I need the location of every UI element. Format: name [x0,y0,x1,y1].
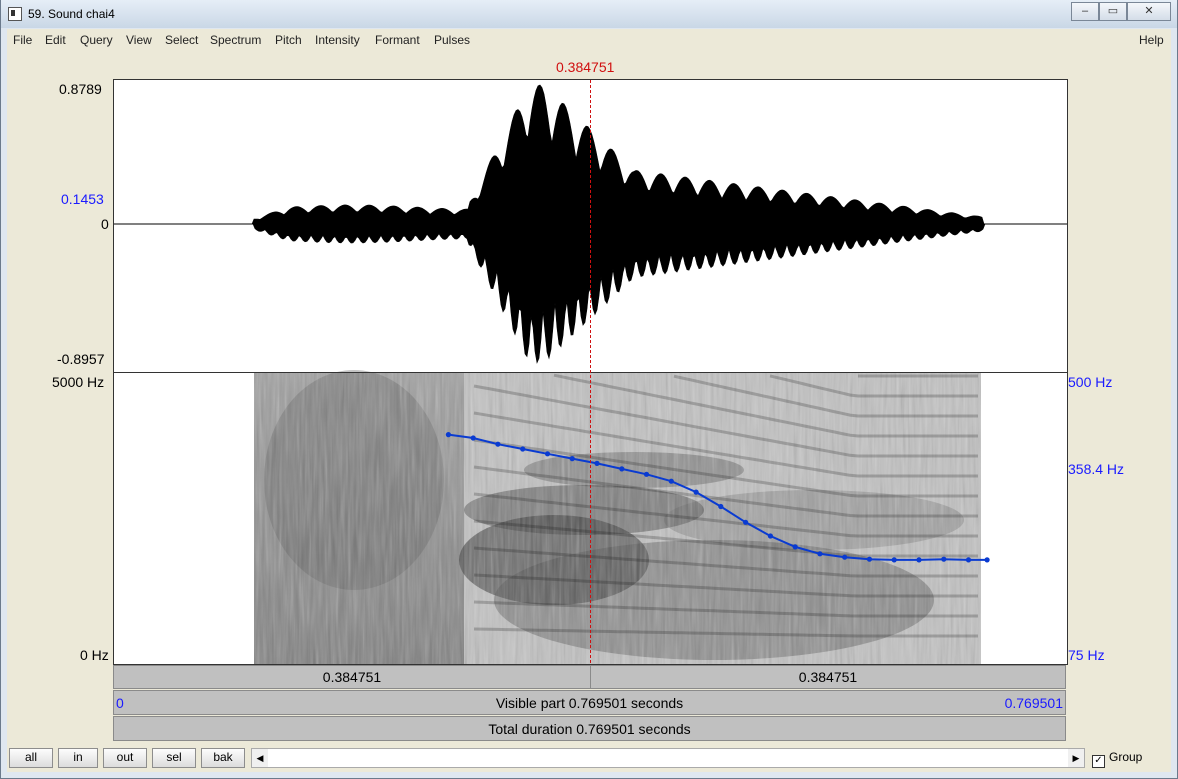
zoom-in-button[interactable]: in [58,748,98,768]
bottom-toolbar: all in out sel bak ◀ ▶ ✓ Group [7,743,1171,772]
waveform-min-label: -0.8957 [57,351,105,367]
pitch-mark-label: 358.4 Hz [1068,461,1125,477]
app-icon [8,7,22,21]
pitch-point [643,471,650,477]
total-duration-bar[interactable]: Total duration 0.769501 seconds [113,716,1066,741]
total-duration-label: Total duration 0.769501 seconds [488,721,691,737]
menu-bar: File Edit Query View Select Spectrum Pit… [7,29,1171,50]
signal-plot-area[interactable] [113,79,1068,665]
pitch-point [891,557,897,563]
right-part-button[interactable]: 0.384751 [591,666,1065,688]
close-button[interactable]: ✕ [1127,2,1171,21]
selection-bar[interactable]: 0.384751 0.384751 [113,665,1066,689]
left-part-button[interactable]: 0.384751 [114,666,591,688]
editor-client: File Edit Query View Select Spectrum Pit… [7,29,1171,772]
pitch-point [743,519,749,525]
menu-query[interactable]: Query [80,33,113,47]
pitch-bottom-label: 75 Hz [1068,647,1105,663]
pitch-point [520,446,526,452]
visible-end-label: 0.769501 [1004,695,1063,711]
group-label: Group [1109,750,1143,764]
waveform-max-label: 0.8789 [59,81,102,97]
cursor-time-label: 0.384751 [556,59,615,75]
menu-edit[interactable]: Edit [45,33,66,47]
pitch-point [544,451,551,457]
pitch-point [916,557,922,563]
menu-spectrum[interactable]: Spectrum [210,33,261,47]
zoom-all-button[interactable]: all [9,748,53,768]
menu-pitch[interactable]: Pitch [275,33,302,47]
pitch-point [569,456,575,462]
scroll-right-icon[interactable]: ▶ [1068,749,1084,767]
menu-help[interactable]: Help [1139,33,1164,47]
maximize-button[interactable]: ▭ [1099,2,1127,21]
title-bar[interactable]: 59. Sound chai4 – ▭ ✕ [1,0,1177,28]
spectrogram-bottom-label: 0 Hz [80,647,109,663]
zoom-selection-button[interactable]: sel [152,748,196,768]
menu-pulses[interactable]: Pulses [434,33,470,47]
spectrogram [254,370,981,664]
waveform-zero-label: 0 [101,216,109,232]
pitch-point [470,435,476,441]
pitch-point [668,478,674,484]
visible-part-bar[interactable]: 0 Visible part 0.769501 seconds 0.769501 [113,690,1066,715]
spectrogram-top-label: 5000 Hz [52,374,105,390]
pitch-point [817,551,823,557]
pitch-point [718,503,724,510]
waveform-mark-label: 0.1453 [61,191,104,207]
minimize-button[interactable]: – [1071,2,1099,21]
window-title: 59. Sound chai4 [28,7,115,21]
pitch-point [495,441,501,447]
pitch-point [445,432,451,438]
signal-drawing[interactable] [114,80,1067,664]
pitch-point [693,489,699,495]
scroll-left-icon[interactable]: ◀ [252,749,268,767]
pitch-top-label: 500 Hz [1068,374,1113,390]
menu-select[interactable]: Select [165,33,198,47]
pitch-point [984,557,990,563]
pitch-point [767,533,774,539]
pitch-point [842,554,848,560]
menu-intensity[interactable]: Intensity [315,33,360,47]
pitch-point [792,544,798,550]
zoom-back-button[interactable]: bak [201,748,245,768]
group-checkbox[interactable]: ✓ Group [1092,750,1142,768]
pitch-point [619,466,625,472]
menu-file[interactable]: File [13,33,32,47]
menu-view[interactable]: View [126,33,152,47]
pitch-point [594,460,600,466]
zoom-out-button[interactable]: out [103,748,147,768]
visible-part-label: Visible part 0.769501 seconds [495,695,684,711]
pitch-point [941,556,947,562]
pitch-point [866,556,873,562]
menu-formant[interactable]: Formant [375,33,420,47]
pitch-point [965,557,972,563]
horizontal-scrollbar[interactable]: ◀ ▶ [251,748,1085,768]
group-check-icon[interactable]: ✓ [1092,755,1105,768]
